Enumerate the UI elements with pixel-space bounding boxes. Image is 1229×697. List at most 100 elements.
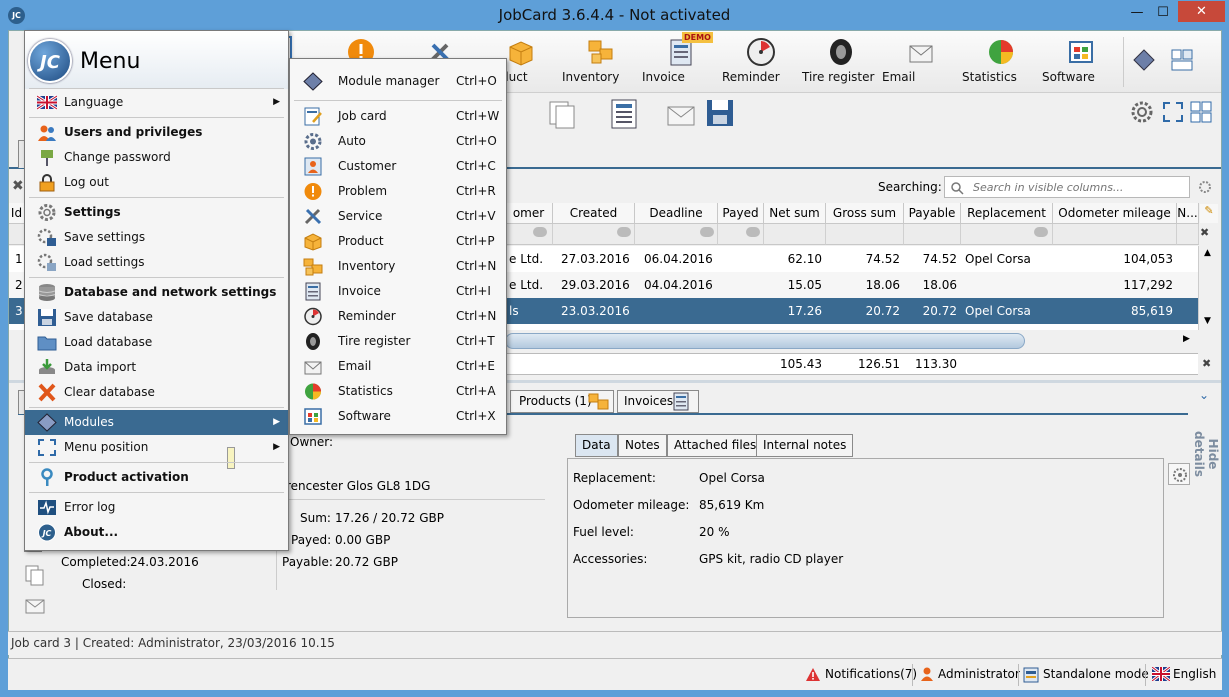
- filter-icon[interactable]: [533, 227, 547, 237]
- col-odometer[interactable]: Odometer mileage: [1053, 203, 1177, 224]
- submenu-item-service[interactable]: Service Ctrl+V: [290, 204, 506, 229]
- submenu-item-problem[interactable]: Problem Ctrl+R: [290, 179, 506, 204]
- submenu-item-reminder[interactable]: Reminder Ctrl+N: [290, 304, 506, 329]
- col-customer[interactable]: omer: [505, 203, 553, 224]
- submenu-item-auto[interactable]: Auto Ctrl+O: [290, 129, 506, 154]
- maximize-button[interactable]: ☐: [1150, 2, 1176, 24]
- toolbar-email[interactable]: Email: [882, 31, 960, 91]
- filter-cell[interactable]: [1177, 224, 1199, 245]
- diamond-icon[interactable]: [1131, 47, 1157, 73]
- search-settings-icon[interactable]: [1198, 180, 1212, 194]
- filter-icon[interactable]: [700, 227, 714, 237]
- copy-doc-icon[interactable]: [24, 564, 46, 586]
- scroll-thumb[interactable]: [505, 333, 1025, 349]
- menu-item-menu-position[interactable]: Menu position ▶: [25, 435, 288, 460]
- tab-notes[interactable]: Notes: [618, 434, 667, 457]
- mode-label[interactable]: Standalone mode: [1043, 667, 1149, 681]
- submenu-item-email[interactable]: Email Ctrl+E: [290, 354, 506, 379]
- search-box[interactable]: [944, 176, 1190, 198]
- submenu-item-invoice[interactable]: Invoice Ctrl+I: [290, 279, 506, 304]
- filter-cell[interactable]: [9, 224, 25, 245]
- toolbar-tire-register[interactable]: Tire register: [802, 31, 880, 91]
- close-totals-icon[interactable]: ✖: [1202, 357, 1211, 370]
- menu-item-modules[interactable]: Modules ▶: [25, 410, 288, 435]
- expand-icon: [38, 439, 56, 456]
- menu-item-settings[interactable]: Settings: [25, 200, 288, 225]
- total-net: 105.43: [780, 357, 822, 371]
- menu-item-save-database[interactable]: Save database: [25, 305, 288, 330]
- email-small-icon[interactable]: [24, 594, 46, 616]
- save-icon[interactable]: [705, 98, 735, 128]
- menu-separator: [29, 117, 284, 118]
- layout-icon[interactable]: [1169, 47, 1195, 73]
- submenu-item-product[interactable]: Product Ctrl+P: [290, 229, 506, 254]
- menu-item-save-settings[interactable]: Save settings: [25, 225, 288, 250]
- col-id[interactable]: Id: [9, 203, 25, 224]
- horizontal-scrollbar[interactable]: ▶: [505, 331, 1198, 351]
- notifications-link[interactable]: Notifications(7): [825, 667, 917, 681]
- menu-item-load-settings[interactable]: Load settings: [25, 250, 288, 275]
- tab-internal-notes[interactable]: Internal notes: [756, 434, 854, 457]
- toolbar-statistics[interactable]: Statistics: [962, 31, 1040, 91]
- language-label[interactable]: English: [1173, 667, 1216, 681]
- scroll-up-icon[interactable]: ▲: [1204, 248, 1211, 258]
- menu-item-product-activation[interactable]: Product activation: [25, 465, 288, 490]
- settings-gear-icon[interactable]: [1130, 100, 1154, 124]
- submenu-item-software[interactable]: Software Ctrl+X: [290, 404, 506, 429]
- submenu-item-inventory[interactable]: Inventory Ctrl+N: [290, 254, 506, 279]
- report-icon[interactable]: [608, 98, 640, 130]
- menu-item-change-password[interactable]: Change password: [25, 145, 288, 170]
- col-payed[interactable]: Payed: [718, 203, 764, 224]
- filter-cell[interactable]: [1053, 224, 1177, 245]
- current-user[interactable]: Administrator: [938, 667, 1020, 681]
- col-gross-sum[interactable]: Gross sum: [826, 203, 904, 224]
- menu-item-error-log[interactable]: Error log: [25, 495, 288, 520]
- col-payable[interactable]: Payable: [904, 203, 961, 224]
- scroll-right-icon[interactable]: ▶: [1183, 334, 1190, 344]
- toolbar-software[interactable]: Software: [1042, 31, 1120, 91]
- menu-item-about[interactable]: JC About...: [25, 520, 288, 545]
- col-deadline[interactable]: Deadline: [635, 203, 718, 224]
- clear-filter-icon[interactable]: ✖: [1200, 226, 1209, 239]
- filter-icon[interactable]: [1034, 227, 1048, 237]
- submenu-item-job-card[interactable]: Job card Ctrl+W: [290, 104, 506, 129]
- tab-attached-files[interactable]: Attached files: [667, 434, 764, 457]
- col-net-sum[interactable]: Net sum: [764, 203, 826, 224]
- menu-item-clear-database[interactable]: Clear database: [25, 380, 288, 405]
- filter-icon[interactable]: [617, 227, 631, 237]
- send-email-icon[interactable]: [666, 100, 696, 128]
- hide-details-toggle[interactable]: ⌄ Hide details: [1192, 388, 1220, 488]
- submenu-item-statistics[interactable]: Statistics Ctrl+A: [290, 379, 506, 404]
- submenu-item-customer[interactable]: Customer Ctrl+C: [290, 154, 506, 179]
- menu-item-database-network[interactable]: Database and network settings: [25, 280, 288, 305]
- col-replacement[interactable]: Replacement: [961, 203, 1053, 224]
- column-chooser-icon[interactable]: ✎: [1200, 204, 1218, 223]
- data-settings-button[interactable]: [1168, 463, 1190, 485]
- submenu-item-module-manager[interactable]: Module manager Ctrl+O: [290, 69, 506, 94]
- scroll-down-icon[interactable]: ▼: [1204, 316, 1211, 326]
- menu-item-language[interactable]: Language ▶: [25, 90, 288, 115]
- close-filter-icon[interactable]: ✖: [12, 178, 24, 194]
- vertical-scrollbar[interactable]: ▲ ▼: [1198, 246, 1218, 330]
- col-created[interactable]: Created: [553, 203, 635, 224]
- filter-cell[interactable]: [826, 224, 904, 245]
- submenu-item-tire-register[interactable]: Tire register Ctrl+T: [290, 329, 506, 354]
- close-button[interactable]: ✕: [1178, 1, 1225, 22]
- menu-item-data-import[interactable]: Data import: [25, 355, 288, 380]
- filter-cell[interactable]: [764, 224, 826, 245]
- toolbar-reminder[interactable]: Reminder: [722, 31, 800, 91]
- minimize-button[interactable]: —: [1124, 2, 1150, 24]
- fullscreen-icon[interactable]: [1161, 100, 1185, 124]
- windows-icon[interactable]: [1189, 100, 1213, 124]
- search-input[interactable]: [973, 179, 1183, 195]
- filter-icon[interactable]: [746, 227, 760, 237]
- toolbar-inventory[interactable]: Inventory: [562, 31, 640, 91]
- tab-data[interactable]: Data: [575, 434, 618, 457]
- copy-icon[interactable]: [546, 98, 578, 130]
- col-n[interactable]: N...: [1177, 203, 1199, 224]
- menu-item-log-out[interactable]: Log out: [25, 170, 288, 195]
- menu-item-users-privileges[interactable]: Users and privileges: [25, 120, 288, 145]
- filter-cell[interactable]: [904, 224, 961, 245]
- menu-item-load-database[interactable]: Load database: [25, 330, 288, 355]
- sum-value: 17.26 / 20.72 GBP: [335, 511, 444, 525]
